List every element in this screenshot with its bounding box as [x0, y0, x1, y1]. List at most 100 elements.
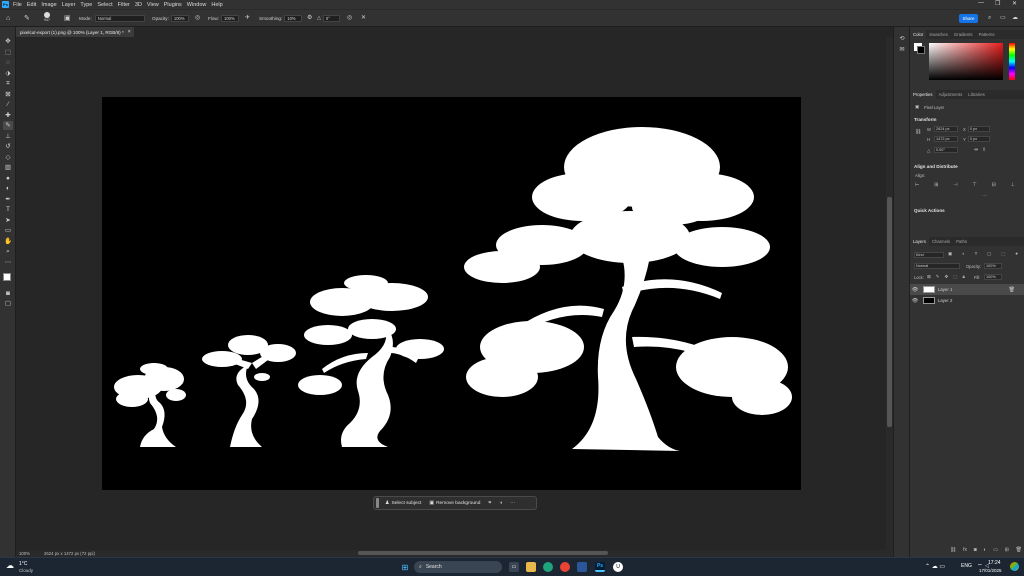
visibility-eye-icon[interactable]: 👁︎ [910, 287, 920, 293]
tab-patterns[interactable]: Patterns [976, 30, 998, 39]
filter-adjust-icon[interactable]: ◐ [962, 251, 965, 258]
flip-vertical-icon[interactable]: ⇳ [982, 147, 986, 153]
add-mask-icon[interactable]: ◙ [974, 547, 977, 555]
lock-image-icon[interactable]: ✎ [936, 274, 940, 280]
path-selection-tool-icon[interactable]: ➤ [3, 216, 13, 225]
color-field[interactable] [929, 43, 1003, 80]
opacity-field[interactable]: 100% [170, 15, 189, 22]
fx-icon[interactable]: fx [963, 547, 967, 555]
more-options-icon[interactable]: ⋯ [510, 500, 515, 506]
healing-tool-icon[interactable]: ✚ [3, 111, 13, 120]
lock-all-icon[interactable]: 🔒︎ [963, 274, 965, 280]
pressure-opacity-icon[interactable]: ◎ [195, 14, 200, 23]
flip-horizontal-icon[interactable]: ⇹ [974, 147, 978, 153]
menu-filter[interactable]: Filter [118, 2, 130, 8]
quick-actions-heading[interactable]: Quick Actions [914, 208, 945, 213]
align-top-icon[interactable]: ⊤ [972, 182, 976, 188]
pressure-size-icon[interactable]: ◎ [347, 14, 352, 23]
clock-time[interactable]: 17:24 [988, 560, 1001, 566]
tab-adjustments[interactable]: Adjustments [936, 90, 966, 99]
minimize-button[interactable]: — [978, 0, 984, 6]
menu-edit[interactable]: Edit [27, 2, 36, 8]
file-explorer-icon[interactable] [526, 562, 536, 572]
filter-smart-icon[interactable]: ⬚ [1001, 251, 1005, 258]
more-tools-icon[interactable]: ⋯ [3, 258, 13, 267]
pen-tool-icon[interactable]: ✒ [3, 195, 13, 204]
tab-libraries[interactable]: Libraries [965, 90, 987, 99]
filter-toggle-icon[interactable]: ● [1015, 251, 1018, 258]
weather-description[interactable]: Cloudy [19, 568, 33, 573]
menu-layer[interactable]: Layer [62, 2, 76, 8]
align-right-icon[interactable]: ⊣ [953, 182, 957, 188]
vertical-scrollbar[interactable] [886, 37, 893, 550]
hue-slider[interactable] [1009, 43, 1015, 80]
symmetry-icon[interactable]: ✕ [361, 14, 366, 23]
history-brush-tool-icon[interactable]: ↺ [3, 142, 13, 151]
close-tab-icon[interactable]: × [128, 29, 131, 35]
tab-paths[interactable]: Paths [953, 237, 970, 246]
hand-tool-icon[interactable]: ✋ [3, 237, 13, 246]
brush-tool-icon[interactable]: ✎ [3, 121, 13, 130]
tab-swatches[interactable]: Swatches [926, 30, 951, 39]
brush-settings-icon[interactable]: ▣ [64, 14, 71, 23]
width-field[interactable]: 2624 px [934, 126, 958, 132]
foreground-color-swatch[interactable] [3, 273, 11, 281]
align-heading[interactable]: Align and Distribute [914, 164, 958, 169]
align-center-h-icon[interactable]: ⊞ [934, 182, 938, 188]
filter-type-icon[interactable]: T [975, 251, 978, 258]
frame-tool-icon[interactable]: ⊠ [3, 90, 13, 99]
fill-field[interactable]: 100% [984, 274, 1002, 280]
layer-name[interactable]: Layer 1 [938, 287, 952, 292]
drag-handle[interactable] [376, 498, 379, 508]
document-canvas[interactable] [102, 97, 801, 490]
adjustment-layer-icon[interactable]: ◐ [983, 547, 986, 555]
menu-window[interactable]: Window [187, 2, 207, 8]
type-tool-icon[interactable]: T [3, 205, 13, 214]
menu-plugins[interactable]: Plugins [164, 2, 182, 8]
document-tab[interactable]: pixelcut-export (1).png @ 100% (Layer 1,… [16, 27, 134, 37]
height-field[interactable]: 1472 px [934, 136, 958, 142]
brush-preset-picker[interactable]: 947 [44, 12, 50, 26]
close-window-button[interactable]: ✕ [1012, 0, 1017, 7]
visibility-eye-icon[interactable]: 👁︎ [910, 298, 920, 304]
workspace-icon[interactable]: ▭ [1000, 14, 1006, 23]
layer-name[interactable]: Layer 2 [938, 298, 952, 303]
filter-shape-icon[interactable]: ▢ [987, 251, 991, 258]
airbrush-icon[interactable]: ✈ [245, 14, 250, 23]
zoom-level[interactable]: 100% [19, 551, 30, 556]
blend-mode-select[interactable]: Normal [914, 263, 960, 269]
eraser-tool-icon[interactable]: ◇ [3, 153, 13, 162]
angle-field[interactable]: 0° [322, 15, 340, 22]
tab-gradients[interactable]: Gradients [951, 30, 976, 39]
history-icon[interactable]: ⟲ [897, 35, 907, 44]
comments-icon[interactable]: ✉ [897, 46, 907, 55]
y-field[interactable]: 0 px [968, 136, 990, 142]
language-indicator[interactable]: ENG [961, 563, 972, 569]
lasso-tool-icon[interactable]: ◌ [3, 58, 13, 67]
tab-color[interactable]: Color [910, 30, 927, 39]
app-icon[interactable] [577, 562, 587, 572]
layer-row-2[interactable]: 👁︎ Layer 2 [910, 295, 1024, 306]
system-tray-icons[interactable]: ⌃ ☁ ▭ [925, 563, 945, 570]
tab-properties[interactable]: Properties [910, 90, 936, 99]
color-bg-swatch[interactable] [917, 46, 925, 54]
rectangle-tool-icon[interactable]: ▭ [3, 226, 13, 235]
vertical-scroll-thumb[interactable] [887, 197, 892, 427]
crop-tool-icon[interactable]: ⌗ [3, 79, 13, 88]
task-view-icon[interactable]: ▭ [509, 562, 519, 572]
eyedropper-tool-icon[interactable]: ⁄ [3, 100, 13, 109]
link-layers-icon[interactable]: ⛓ [950, 547, 956, 555]
delete-layer-icon[interactable]: 🗑︎ [1016, 547, 1022, 555]
taskbar-search[interactable]: ⌕ Search [414, 561, 502, 573]
screen-mode-icon[interactable]: ▢ [3, 299, 13, 308]
tab-layers[interactable]: Layers [910, 237, 929, 246]
link-icon[interactable]: ⛓ [915, 129, 921, 135]
home-icon[interactable]: ⌂ [6, 14, 10, 23]
align-bottom-icon[interactable]: ⊥ [1011, 182, 1015, 188]
lock-position-icon[interactable]: ✥ [945, 274, 949, 280]
smoothing-options-icon[interactable]: ⚙ [307, 14, 312, 23]
gradient-tool-icon[interactable]: ▥ [3, 163, 13, 172]
filter-pixel-icon[interactable]: ▣ [948, 251, 952, 258]
marquee-tool-icon[interactable]: ⬚ [3, 48, 13, 57]
horizontal-scroll-thumb[interactable] [358, 551, 608, 555]
